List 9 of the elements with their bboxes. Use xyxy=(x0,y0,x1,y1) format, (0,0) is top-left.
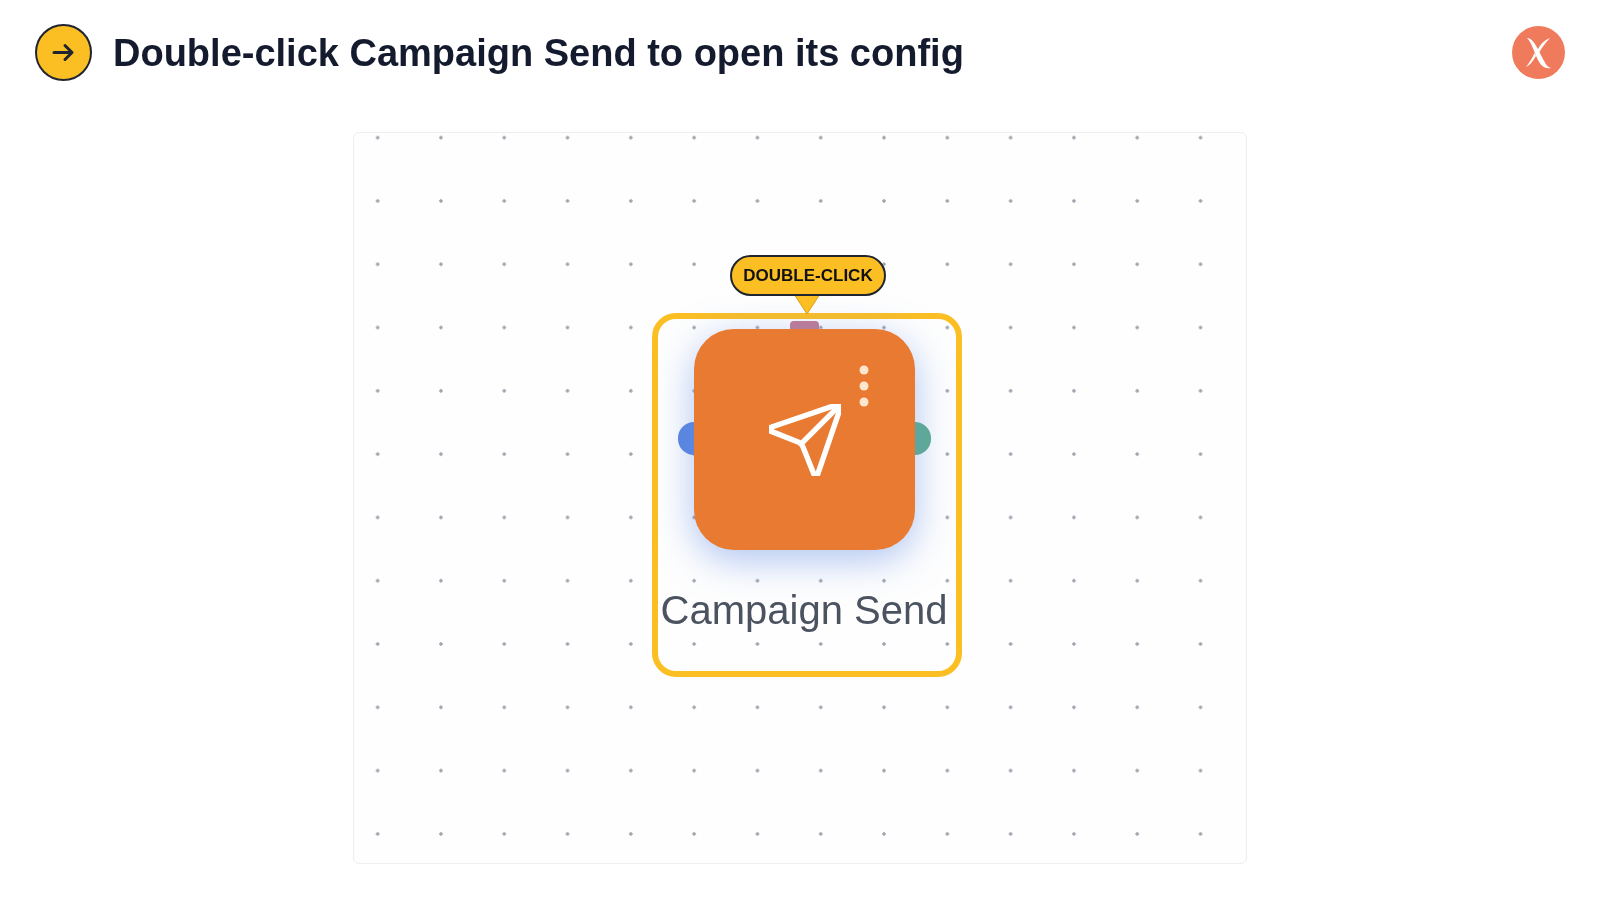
node-label: Campaign Send xyxy=(660,590,948,630)
page-title: Double-click Campaign Send to open its config xyxy=(113,33,964,72)
connection-port[interactable] xyxy=(678,422,694,455)
connection-port[interactable] xyxy=(915,422,931,455)
arrow-right-icon xyxy=(35,24,92,81)
node-tile[interactable] xyxy=(694,329,915,550)
paper-plane-icon xyxy=(768,403,841,476)
menu-dots-icon[interactable] xyxy=(859,365,869,407)
logo-icon xyxy=(1512,26,1565,79)
